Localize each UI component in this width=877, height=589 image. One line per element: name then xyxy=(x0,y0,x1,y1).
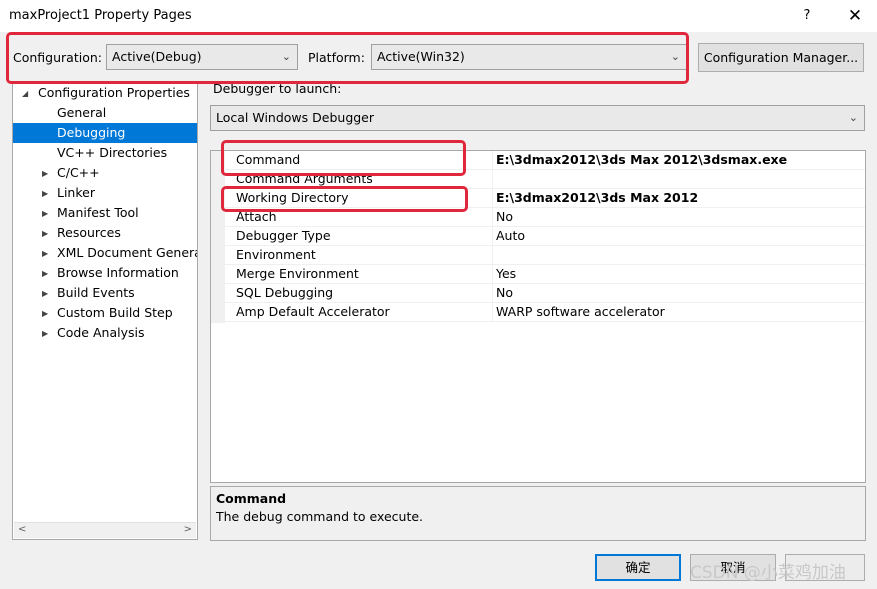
collapsed-arrow-icon[interactable]: ▶ xyxy=(42,324,48,343)
description-panel: Command The debug command to execute. xyxy=(210,486,866,541)
tree-item-label: Browse Information xyxy=(57,265,179,280)
tree-item-debugging[interactable]: Debugging xyxy=(13,123,197,143)
tree-item-label: Build Events xyxy=(57,285,135,300)
property-name: Debugger Type xyxy=(236,228,331,243)
column-divider xyxy=(492,303,493,322)
property-row[interactable]: Merge Environment Yes xyxy=(225,265,865,284)
collapsed-arrow-icon[interactable]: ▶ xyxy=(42,244,48,263)
tree-item-configuration-properties[interactable]: ◢ Configuration Properties xyxy=(13,83,197,103)
tree-item-manifest-tool[interactable]: ▶ Manifest Tool xyxy=(13,203,197,223)
property-row[interactable]: Amp Default Accelerator WARP software acc… xyxy=(225,303,865,322)
column-divider xyxy=(492,265,493,284)
tree-item-linker[interactable]: ▶ Linker xyxy=(13,183,197,203)
tree-item-label: Resources xyxy=(57,225,121,240)
highlight-box-working-directory xyxy=(221,186,468,212)
tree-item-label: Custom Build Step xyxy=(57,305,173,320)
tree-item-label: Configuration Properties xyxy=(38,85,190,100)
property-value[interactable]: No xyxy=(496,284,513,302)
tree-item-label: C/C++ xyxy=(57,165,100,180)
collapsed-arrow-icon[interactable]: ▶ xyxy=(42,264,48,283)
tree-item-label: XML Document Generat xyxy=(57,245,197,260)
column-divider xyxy=(492,189,493,208)
description-title: Command xyxy=(216,491,287,506)
tree-item-xml-document-generat[interactable]: ▶ XML Document Generat xyxy=(13,243,197,263)
tree-item-resources[interactable]: ▶ Resources xyxy=(13,223,197,243)
debugger-value: Local Windows Debugger xyxy=(216,110,375,125)
collapsed-arrow-icon[interactable]: ▶ xyxy=(42,184,48,203)
chevron-down-icon: ⌄ xyxy=(848,111,858,124)
tree-item-build-events[interactable]: ▶ Build Events xyxy=(13,283,197,303)
horizontal-scrollbar[interactable]: < > xyxy=(14,522,196,538)
property-row[interactable]: Debugger Type Auto xyxy=(225,227,865,246)
tree-item-label: Manifest Tool xyxy=(57,205,139,220)
tree-item-vc-directories[interactable]: VC++ Directories xyxy=(13,143,197,163)
scroll-right-icon[interactable]: > xyxy=(184,524,192,535)
debugger-dropdown[interactable]: Local Windows Debugger ⌄ xyxy=(210,105,865,131)
collapsed-arrow-icon[interactable]: ▶ xyxy=(42,284,48,303)
close-button[interactable]: ✕ xyxy=(838,4,872,28)
tree-item-code-analysis[interactable]: ▶ Code Analysis xyxy=(13,323,197,343)
scroll-left-icon[interactable]: < xyxy=(18,524,26,535)
column-divider xyxy=(492,151,493,170)
column-divider xyxy=(492,170,493,189)
property-row[interactable]: SQL Debugging No xyxy=(225,284,865,303)
tree-item-label: General xyxy=(57,105,107,120)
property-value[interactable]: Auto xyxy=(496,227,525,245)
property-value[interactable]: No xyxy=(496,208,513,226)
property-name: Amp Default Accelerator xyxy=(236,304,390,319)
property-value[interactable]: E:\3dmax2012\3ds Max 2012 xyxy=(496,189,698,207)
property-name: SQL Debugging xyxy=(236,285,334,300)
ok-button[interactable]: 确定 xyxy=(595,554,681,581)
property-name: Merge Environment xyxy=(236,266,359,281)
property-name: Environment xyxy=(236,247,316,262)
tree-item-label: VC++ Directories xyxy=(57,145,168,160)
watermark-text: CSDN @小菜鸡加油 xyxy=(690,563,846,583)
tree-item-c-c[interactable]: ▶ C/C++ xyxy=(13,163,197,183)
window-title: maxProject1 Property Pages xyxy=(9,8,192,23)
column-divider xyxy=(492,284,493,303)
tree-item-custom-build-step[interactable]: ▶ Custom Build Step xyxy=(13,303,197,323)
tree-item-browse-information[interactable]: ▶ Browse Information xyxy=(13,263,197,283)
property-value[interactable]: E:\3dmax2012\3ds Max 2012\3dsmax.exe xyxy=(496,151,787,169)
highlight-box-command xyxy=(221,140,466,176)
collapsed-arrow-icon[interactable]: ▶ xyxy=(42,164,48,183)
tree-item-label: Linker xyxy=(57,185,95,200)
tree-item-general[interactable]: General xyxy=(13,103,197,123)
property-value[interactable]: Yes xyxy=(496,265,516,283)
expanded-arrow-icon: ◢ xyxy=(22,89,29,98)
help-button[interactable]: ? xyxy=(792,4,822,28)
collapsed-arrow-icon[interactable]: ▶ xyxy=(42,304,48,323)
property-value[interactable]: WARP software accelerator xyxy=(496,303,665,321)
column-divider xyxy=(492,227,493,246)
title-bar: maxProject1 Property Pages ? ✕ xyxy=(0,0,877,32)
highlight-box-configuration xyxy=(6,32,689,84)
tree-item-label: Debugging xyxy=(57,125,126,140)
tree-item-label: Code Analysis xyxy=(57,325,145,340)
description-text: The debug command to execute. xyxy=(216,509,424,524)
collapsed-arrow-icon[interactable]: ▶ xyxy=(42,204,48,223)
column-divider xyxy=(492,246,493,265)
property-row[interactable]: Environment xyxy=(225,246,865,265)
column-divider xyxy=(492,208,493,227)
property-tree: ◢ Configuration Properties General Debugg… xyxy=(12,82,198,540)
grid-gutter xyxy=(211,151,225,323)
collapsed-arrow-icon[interactable]: ▶ xyxy=(42,224,48,243)
configuration-manager-button[interactable]: Configuration Manager... xyxy=(698,43,864,72)
